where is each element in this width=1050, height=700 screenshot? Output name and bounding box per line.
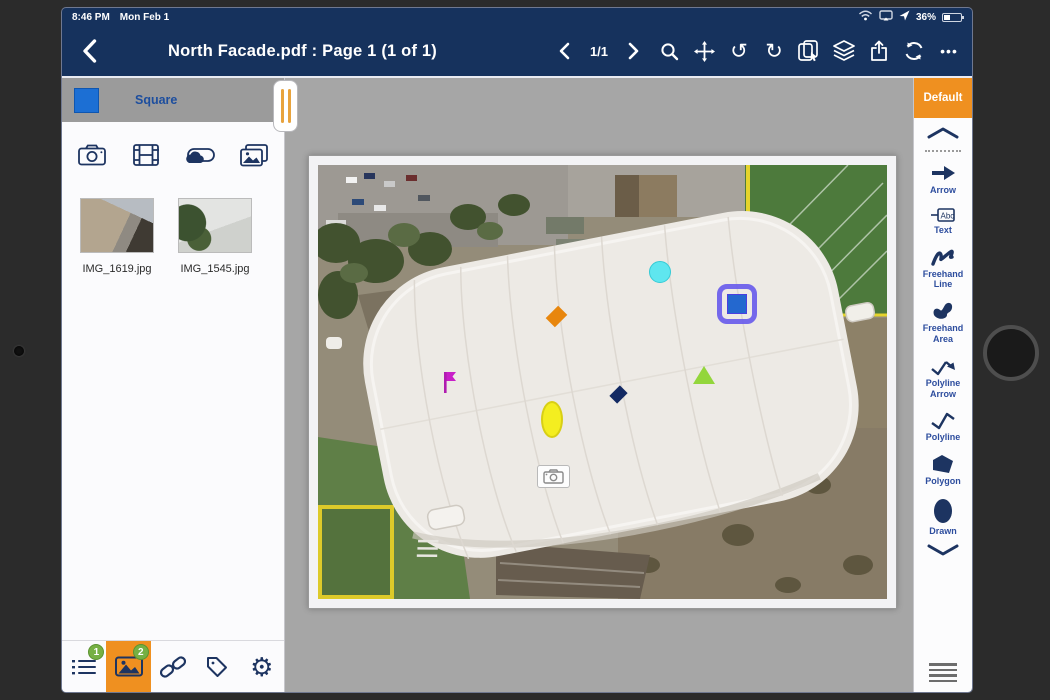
home-button [983,325,1039,381]
rotate-cw-icon[interactable]: ↻ [763,39,785,63]
sync-icon[interactable] [903,39,925,63]
screen-mirroring-icon [879,10,893,24]
text-icon: Abc [930,207,956,223]
tab-photos[interactable]: 2 [106,641,150,692]
style-name-label: Square [135,93,177,107]
page-indicator: 1/1 [588,39,610,63]
annotation-ellipse[interactable] [541,401,563,438]
gear-icon: ⚙ [250,654,273,680]
tab-settings[interactable]: ⚙ [240,641,284,692]
drawn-shape-icon [931,498,955,524]
panel-tab-bar: 1 2 ⚙ [62,640,284,692]
tool-palette: Default Arrow Abc Text Freehand Line Fre… [913,78,972,692]
layers-icon[interactable] [833,39,855,63]
tool-polygon[interactable]: Polygon [914,454,972,487]
tab-tags[interactable] [195,641,239,692]
tool-drawn-shape[interactable]: Drawn [914,498,972,537]
polyline-icon [930,410,956,430]
arrow-icon [930,163,956,183]
pdf-page[interactable] [308,155,897,609]
tab-annotation-list[interactable]: 1 [62,641,106,692]
more-icon[interactable]: ••• [938,39,960,63]
tool-arrow[interactable]: Arrow [914,163,972,196]
photo-count-badge: 2 [133,644,149,660]
tab-links[interactable] [151,641,195,692]
battery-percent: 36% [916,12,936,23]
photo-item[interactable]: IMG_1545.jpg [178,198,252,275]
tool-profile-button[interactable]: Default [914,78,972,118]
status-time: 8:46 PM [72,12,110,23]
square-annotation [727,294,747,314]
annotation-square-selected[interactable] [717,284,757,324]
palette-menu-icon[interactable] [929,663,957,682]
annotation-photo-stamp[interactable] [537,465,570,488]
share-icon[interactable] [868,39,890,63]
aerial-photo-art [318,165,887,599]
next-page-button[interactable] [623,39,645,63]
app-screen: 8:46 PM Mon Feb 1 36% North Facade.pdf :… [62,8,972,692]
cloud-drive-icon[interactable] [184,140,216,170]
photo-filename: IMG_1619.jpg [80,263,154,275]
location-icon [899,10,910,24]
tool-polyline-arrow[interactable]: Polyline Arrow [914,356,972,400]
pan-move-icon[interactable] [693,39,715,63]
video-icon[interactable] [130,140,162,170]
status-bar: 8:46 PM Mon Feb 1 36% [62,8,972,26]
annotation-triangle[interactable] [693,366,715,384]
select-annotations-icon[interactable] [798,39,820,63]
navigation-bar: North Facade.pdf : Page 1 (1 of 1) 1/1 ↺… [62,26,972,76]
camera-icon[interactable] [76,140,108,170]
svg-text:Abc: Abc [941,211,955,220]
tool-freehand-line[interactable]: Freehand Line [914,247,972,291]
rotate-ccw-icon[interactable]: ↺ [728,39,750,63]
search-icon[interactable] [658,39,680,63]
annotation-circle[interactable] [649,261,671,283]
polyline-arrow-icon [930,356,956,376]
tool-polyline[interactable]: Polyline [914,410,972,443]
photo-thumbnail[interactable] [178,198,252,253]
document-title: North Facade.pdf : Page 1 (1 of 1) [168,26,437,76]
tool-text[interactable]: Abc Text [914,207,972,236]
annotation-style-header[interactable]: Square [62,78,284,122]
photo-thumbnail[interactable] [80,198,154,253]
polygon-icon [930,454,956,474]
photo-item[interactable]: IMG_1619.jpg [80,198,154,275]
panel-resize-handle[interactable] [273,80,298,132]
scroll-up-icon[interactable] [926,126,960,145]
status-date: Mon Feb 1 [120,12,169,23]
photo-filename: IMG_1545.jpg [178,263,252,275]
freehand-area-icon [931,301,955,321]
scroll-down-icon[interactable] [926,543,960,562]
previous-page-button[interactable] [553,39,575,63]
back-button[interactable] [82,26,97,76]
annotation-count-badge: 1 [88,644,104,660]
document-canvas[interactable] [285,78,913,692]
battery-icon [942,13,962,22]
style-color-swatch[interactable] [74,88,99,113]
aerial-photo[interactable] [318,165,887,599]
wifi-icon [858,10,873,24]
content-area: Square IMG_1619.jpg [62,76,972,692]
tool-freehand-area[interactable]: Freehand Area [914,301,972,345]
annotation-flag[interactable] [442,371,457,398]
photo-panel: Square IMG_1619.jpg [62,78,285,692]
front-camera [14,346,24,356]
photo-library-icon[interactable] [238,140,270,170]
freehand-line-icon [931,247,955,267]
palette-divider [925,150,961,152]
